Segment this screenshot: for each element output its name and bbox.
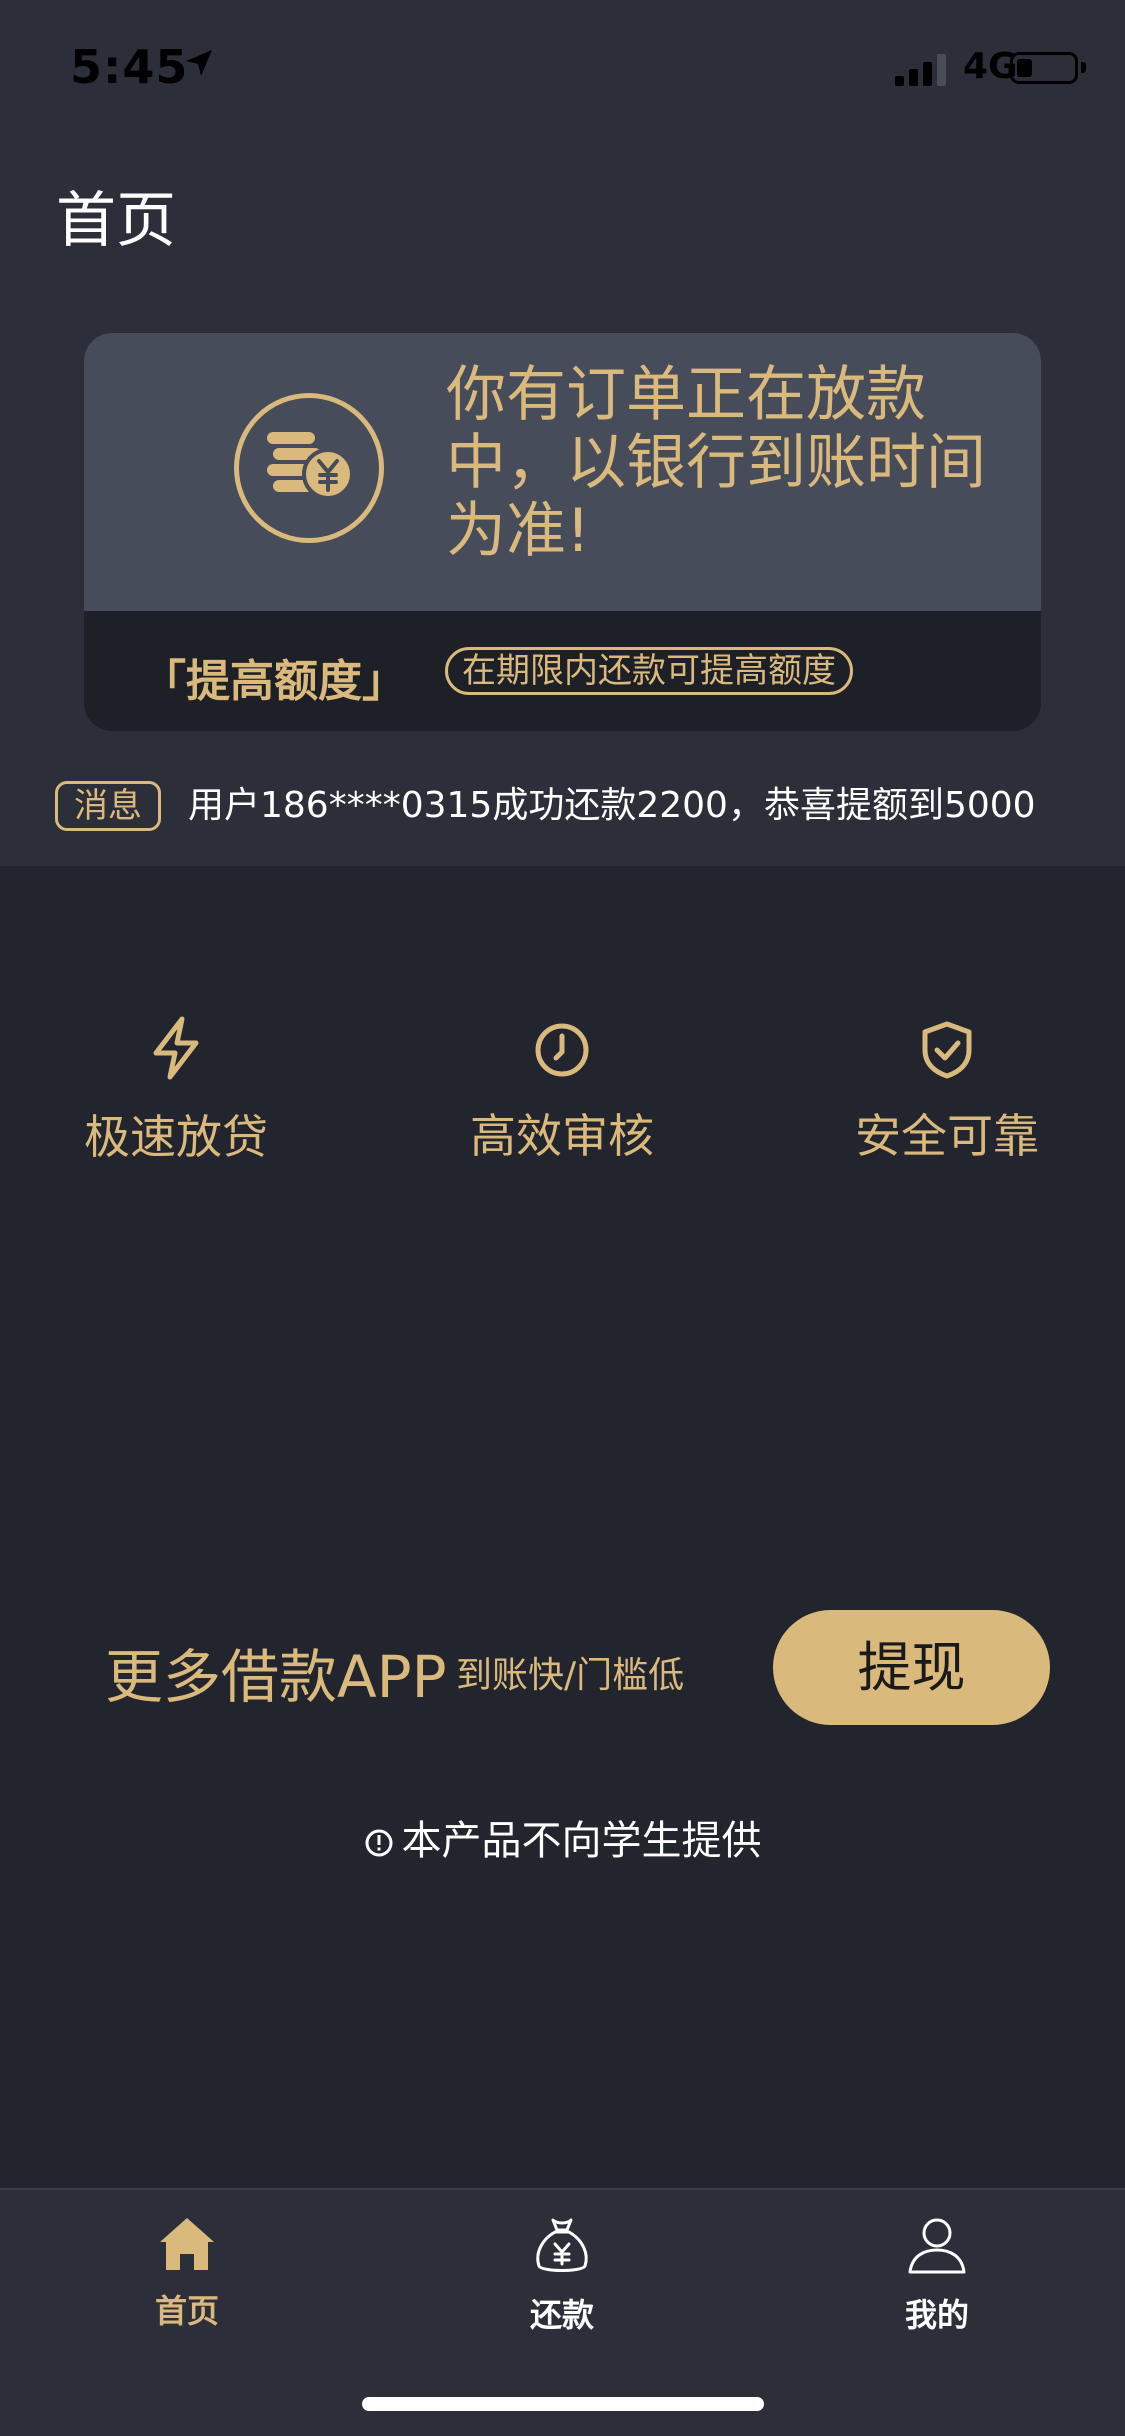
battery-cap: [1081, 62, 1086, 73]
message-tag: 消息: [55, 781, 161, 831]
raise-limit-title: 「提高额度」: [142, 656, 406, 707]
screen: 5:45 4G 首页 你有订单正在放款中，以银行到账时间为准! 「提高额度」 在…: [0, 0, 1125, 2436]
feature-label: 极速放贷: [84, 1110, 268, 1164]
shield-check-icon: [922, 1021, 972, 1079]
message-text: 用户186****0315成功还款2200，恭喜提额到5000: [188, 785, 1036, 826]
more-loans-subtitle: 到账快/门槛低: [456, 1655, 685, 1696]
location-arrow-icon: [186, 50, 212, 76]
tab-label: 我的: [904, 2296, 969, 2334]
withdraw-button[interactable]: 提现: [773, 1610, 1050, 1725]
coins-icon: [234, 393, 384, 543]
status-time: 5:45: [70, 40, 212, 94]
disclaimer-text: 本产品不向学生提供: [401, 1818, 762, 1864]
page-title: 首页: [56, 186, 176, 256]
home-indicator[interactable]: [362, 2397, 764, 2411]
disclaimer: 本产品不向学生提供: [0, 1808, 1125, 1866]
header-section: 5:45 4G 首页 你有订单正在放款中，以银行到账时间为准! 「提高额度」 在…: [0, 0, 1125, 866]
battery-icon: [1010, 52, 1078, 84]
feature-efficient-review: 高效审核: [412, 1020, 712, 1166]
loan-status-message: 你有订单正在放款中，以银行到账时间为准!: [446, 360, 986, 566]
feature-label: 安全可靠: [855, 1109, 1039, 1163]
more-loans-title: 更多借款APP: [105, 1643, 447, 1711]
tab-home[interactable]: 首页: [62, 2214, 312, 2332]
tab-label: 首页: [154, 2292, 219, 2330]
card-top: 你有订单正在放款中，以银行到账时间为准!: [84, 333, 1041, 611]
home-icon: [160, 2218, 214, 2270]
money-bag-icon: [536, 2218, 588, 2272]
raise-limit-row[interactable]: 「提高额度」 在期限内还款可提高额度: [84, 611, 1041, 731]
info-icon: [365, 1829, 392, 1857]
status-time-text: 5:45: [70, 40, 189, 94]
tab-label: 还款: [529, 2296, 594, 2334]
user-icon: [908, 2218, 966, 2274]
tab-mine[interactable]: 我的: [812, 2214, 1062, 2336]
feature-label: 高效审核: [470, 1109, 654, 1163]
lightning-icon: [153, 1016, 199, 1080]
feature-safe-reliable: 安全可靠: [797, 1020, 1097, 1166]
tab-repay[interactable]: 还款: [437, 2214, 687, 2336]
raise-limit-hint: 在期限内还款可提高额度: [445, 647, 853, 695]
signal-icon: [895, 54, 946, 86]
feature-fast-loan: 极速放贷: [26, 1015, 326, 1167]
clock-icon: [535, 1023, 589, 1077]
loan-status-card[interactable]: 你有订单正在放款中，以银行到账时间为准! 「提高额度」 在期限内还款可提高额度: [84, 333, 1041, 731]
